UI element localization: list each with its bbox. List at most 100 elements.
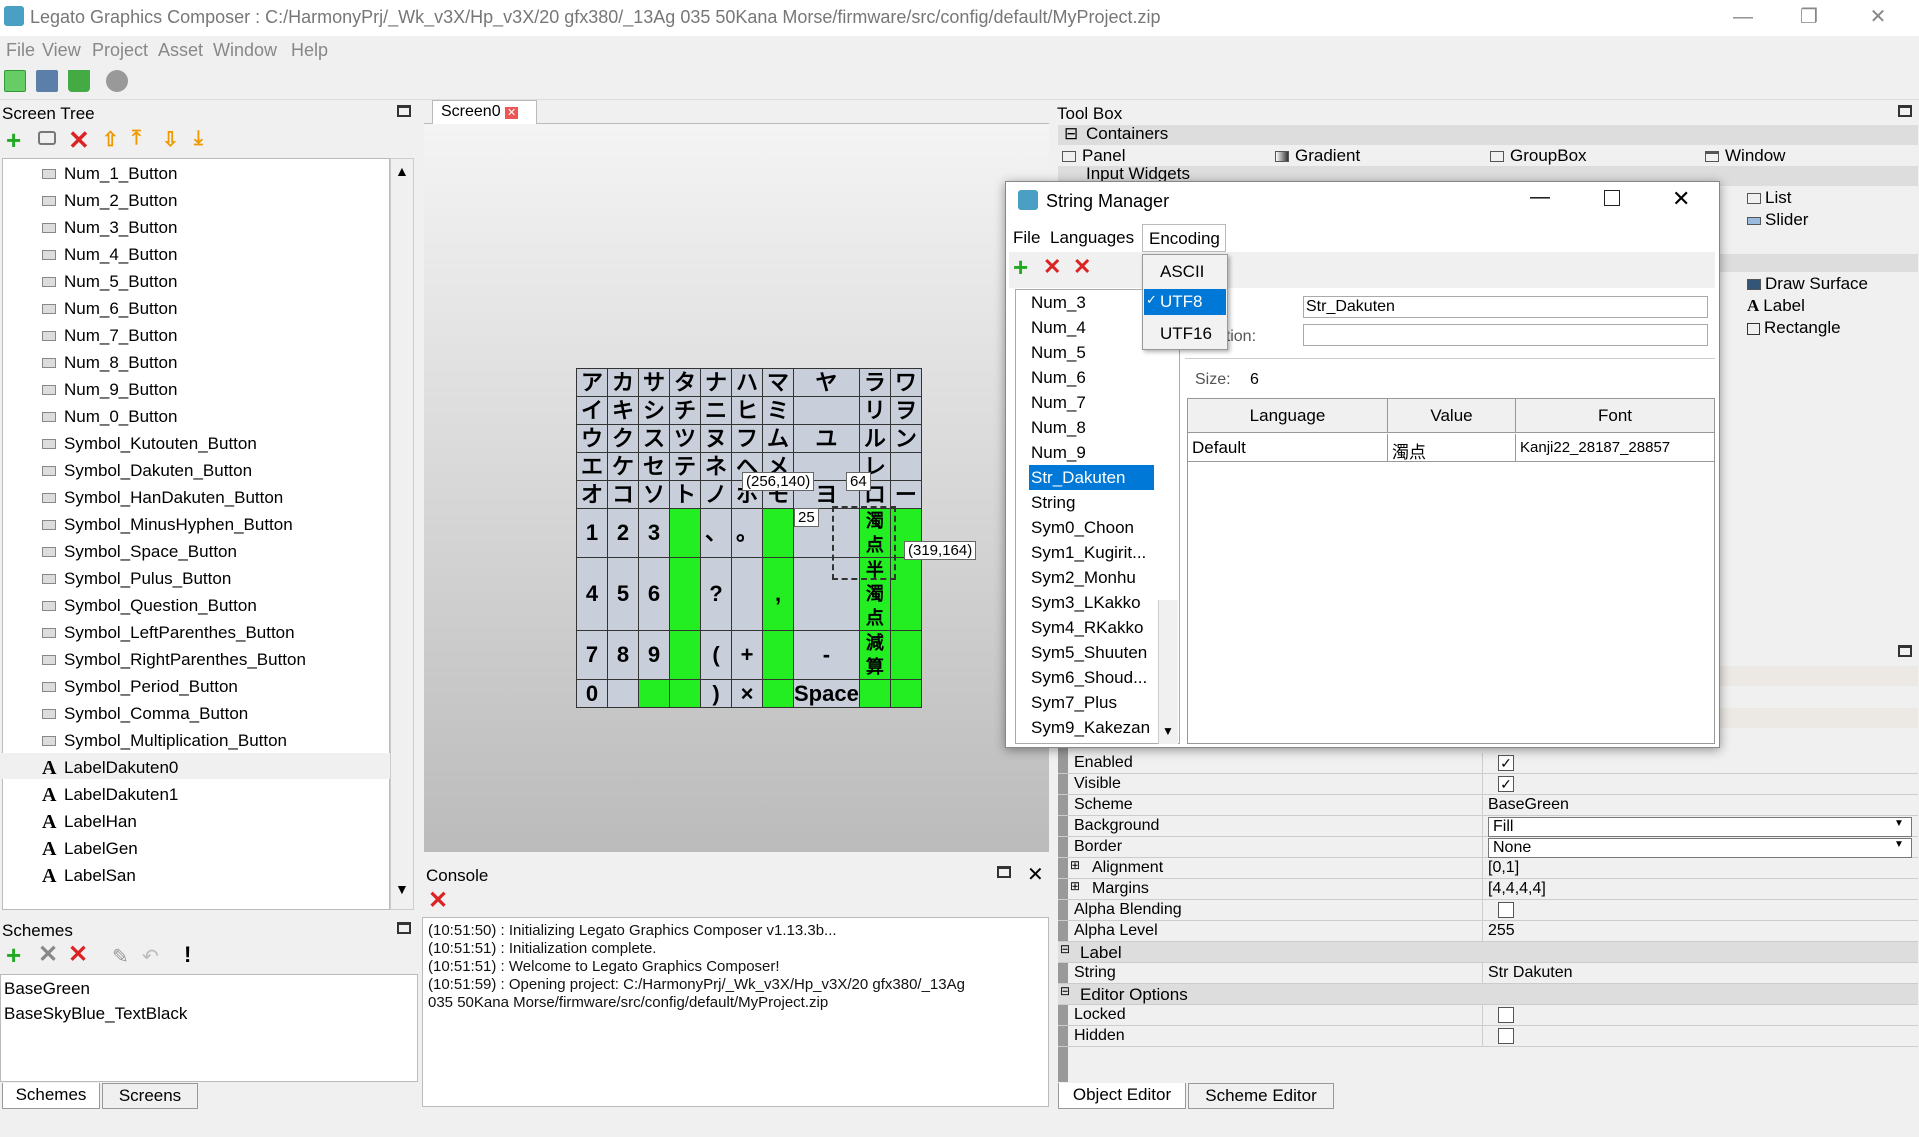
table-header-font[interactable]: Font [1516,399,1714,433]
edit-icon[interactable]: ✎ [112,944,129,969]
tree-item[interactable]: Num_2_Button [42,188,177,214]
tab-scheme-editor[interactable]: Scheme Editor [1188,1083,1334,1109]
property-value[interactable]: [4,4,4,4] [1488,880,1546,898]
tool-rectangle[interactable]: Rectangle [1747,318,1841,338]
scheme-item[interactable]: BaseGreen [4,979,90,999]
sm-menu-encoding[interactable]: Encoding [1142,224,1226,252]
table-cell[interactable]: Kanji22_28187_28857 [1516,434,1714,462]
key-button[interactable]: 2 [607,508,639,558]
tree-item[interactable]: Symbol_Pulus_Button [42,566,231,592]
property-row[interactable]: ⊞ Margins [4,4,4,4] [1058,879,1918,900]
key-button[interactable]: ワ [889,368,922,397]
encoding-option-utf8[interactable]: UTF8 [1160,292,1203,312]
tree-item[interactable]: Num_1_Button [42,161,177,187]
menu-project[interactable]: Project [92,40,148,61]
tree-item[interactable]: Symbol_Kutouten_Button [42,431,257,457]
string-list-item[interactable]: Sym1_Kugirit... [1031,543,1146,563]
key-button[interactable]: ミ [762,396,794,425]
description-field[interactable] [1303,324,1708,346]
tree-item[interactable]: Num_7_Button [42,323,177,349]
key-button[interactable]: オ [576,480,608,509]
key-button[interactable] [793,396,860,425]
tree-item[interactable]: Symbol_Dakuten_Button [42,458,252,484]
remove-string-icon[interactable]: ✕ [1043,254,1061,280]
dialog-close-button[interactable]: ✕ [1672,186,1690,212]
expand-icon[interactable]: ⊞ [1070,858,1080,872]
tree-item[interactable]: Num_3_Button [42,215,177,241]
string-list-item[interactable]: Num_8 [1031,418,1086,438]
menu-help[interactable]: Help [291,40,328,61]
scroll-down-icon[interactable]: ▼ [1162,724,1174,738]
string-list-item[interactable]: Sym2_Monhu [1031,568,1136,588]
key-button[interactable]: チ [669,396,701,425]
key-button[interactable]: ウ [576,424,608,453]
maximize-button[interactable]: ❐ [1786,2,1832,32]
property-checkbox[interactable]: ✓ [1498,776,1514,792]
dialog-maximize-button[interactable] [1604,190,1620,206]
tree-item[interactable]: A LabelDakuten1 [42,782,178,808]
key-button[interactable]: + [731,630,763,680]
dock-float-icon[interactable] [997,866,1011,878]
string-list-item[interactable]: Num_4 [1031,318,1086,338]
key-button[interactable] [669,679,701,708]
key-button[interactable] [889,452,922,481]
tree-item[interactable]: Symbol_LeftParenthes_Button [42,620,295,646]
key-button[interactable]: 、 [700,508,732,558]
tree-item[interactable]: A LabelHan [42,809,137,835]
undo-icon[interactable]: ↶ [142,944,159,969]
key-button[interactable]: ラ [858,368,891,397]
containers-section[interactable] [1058,125,1918,145]
tree-scrollbar[interactable]: ▲ ▼ [390,158,414,910]
add-icon[interactable]: + [6,125,21,156]
selection-box[interactable] [832,506,896,580]
property-row[interactable]: Locked [1058,1005,1918,1026]
string-list-item[interactable]: Sym6_Shoud... [1031,668,1147,688]
key-button[interactable]: テ [669,452,701,481]
string-list-item[interactable]: Sym9_Kakezan [1031,718,1150,738]
key-button[interactable]: ヲ [889,396,922,425]
key-button[interactable]: ) [700,679,732,708]
string-list-item[interactable]: Num_9 [1031,443,1086,463]
move-top-icon[interactable]: ⤒ [132,127,141,150]
table-header-value[interactable]: Value [1388,399,1516,433]
property-row[interactable]: ⊞ Alignment [0,1] [1058,858,1918,879]
dock-float-icon[interactable] [1898,105,1912,117]
key-button[interactable]: 8 [607,630,639,680]
add-scheme-icon[interactable]: + [6,940,21,971]
string-list-item[interactable]: Num_3 [1031,293,1086,313]
table-cell[interactable]: Default [1188,434,1388,462]
expand-icon[interactable]: ⊟ [1060,942,1070,956]
layers-icon[interactable] [38,131,56,145]
key-button[interactable]: ツ [669,424,701,453]
property-row[interactable]: String Str Dakuten [1058,963,1918,984]
tree-item[interactable]: Symbol_HanDakuten_Button [42,485,283,511]
key-button[interactable] [762,508,794,558]
key-button[interactable] [669,508,701,558]
key-button[interactable]: ア [576,368,608,397]
property-row[interactable]: Alpha Blending [1058,900,1918,921]
key-button[interactable]: 9 [638,630,670,680]
key-button[interactable]: ニ [700,396,732,425]
tree-item[interactable]: Symbol_Comma_Button [42,701,248,727]
key-button[interactable]: ク [607,424,639,453]
tool-label[interactable]: A Label [1747,296,1805,316]
key-button[interactable]: ム [762,424,794,453]
key-button[interactable] [889,630,922,680]
encoding-option-utf16[interactable]: UTF16 [1160,324,1212,344]
key-button[interactable]: ス [638,424,670,453]
tree-item[interactable]: Symbol_Space_Button [42,539,237,565]
tab-schemes[interactable]: Schemes [2,1083,100,1109]
property-row[interactable]: ⊟ Editor Options [1058,984,1918,1005]
tab-screen0[interactable]: Screen0 ✕ [432,100,537,124]
property-checkbox[interactable] [1498,1007,1514,1023]
close-button[interactable]: ✕ [1855,2,1901,32]
key-button[interactable]: フ [731,424,763,453]
tree-item[interactable]: Num_0_Button [42,404,177,430]
key-button[interactable]: シ [638,396,670,425]
property-row[interactable]: ⊟ Label [1058,942,1918,963]
key-button[interactable]: ヒ [731,396,763,425]
property-checkbox[interactable]: ✓ [1498,755,1514,771]
tree-item[interactable]: Symbol_RightParenthes_Button [42,647,306,673]
property-row[interactable]: Visible ✓ [1058,774,1918,795]
scroll-up-icon[interactable]: ▲ [395,163,409,179]
